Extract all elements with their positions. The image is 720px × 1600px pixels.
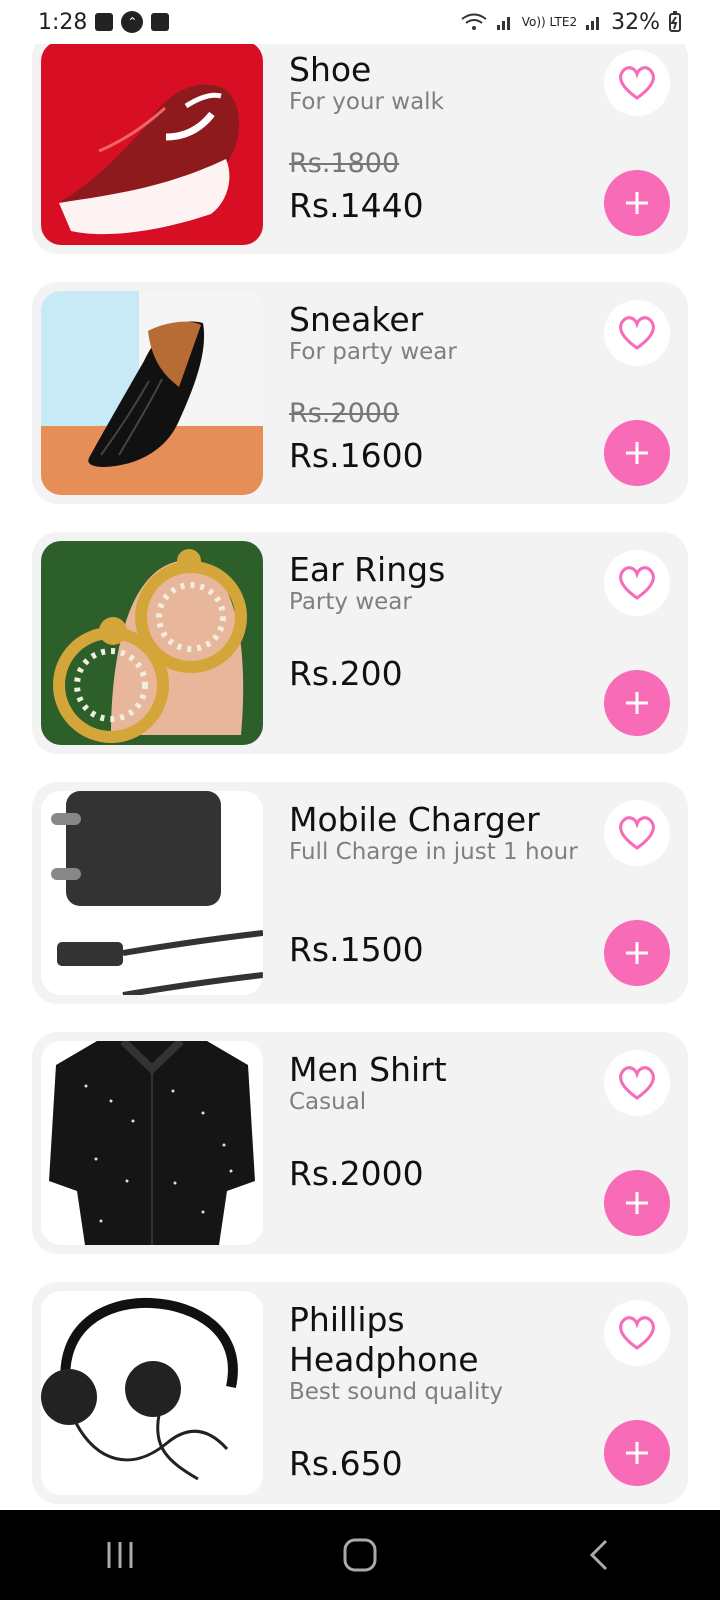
product-subtitle: Full Charge in just 1 hour	[289, 839, 578, 865]
assistant-icon: ⌃	[121, 11, 144, 33]
heart-outline-icon	[619, 1066, 655, 1100]
product-subtitle: Party wear	[289, 589, 412, 615]
recent-apps-icon	[107, 1542, 133, 1568]
add-to-cart-button[interactable]	[604, 420, 670, 486]
battery-label: 32%	[611, 9, 660, 35]
navigation-bar	[0, 1510, 720, 1600]
clock-icon	[151, 13, 170, 31]
product-card-ear-rings[interactable]: Ear Rings Party wear Rs.200	[32, 532, 688, 754]
product-price: Rs.1500	[289, 930, 424, 969]
battery-icon	[668, 11, 682, 33]
product-title: Phillips Headphone	[289, 1300, 479, 1379]
add-to-cart-button[interactable]	[604, 1170, 670, 1236]
product-image-shoe[interactable]	[41, 41, 263, 245]
product-image-phillips-headphone[interactable]	[41, 1291, 263, 1495]
product-card-men-shirt[interactable]: Men Shirt Casual Rs.2000	[32, 1032, 688, 1254]
recent-apps-button[interactable]	[75, 1520, 165, 1590]
product-subtitle: For your walk	[289, 89, 444, 115]
product-title: Shoe	[289, 50, 372, 89]
wifi-icon	[460, 12, 488, 32]
wishlist-button[interactable]	[604, 800, 670, 866]
product-price: Rs.650	[289, 1444, 403, 1483]
product-info: Phillips Headphone Best sound quality	[289, 1300, 579, 1406]
heart-outline-icon	[619, 1316, 655, 1350]
product-price: Rs.1600	[289, 436, 424, 475]
product-price: Rs.1440	[289, 186, 424, 225]
product-subtitle: Casual	[289, 1089, 367, 1115]
product-old-price: Rs.1800	[289, 148, 400, 179]
product-image-sneaker[interactable]	[41, 291, 263, 495]
product-card-mobile-charger[interactable]: Mobile Charger Full Charge in just 1 hou…	[32, 782, 688, 1004]
product-title: Men Shirt	[289, 1050, 447, 1089]
product-info: Sneaker For party wear	[289, 300, 579, 366]
product-subtitle: For party wear	[289, 339, 457, 365]
wishlist-button[interactable]	[604, 550, 670, 616]
product-card-sneaker[interactable]: Sneaker For party wear Rs.2000 Rs.1600	[32, 282, 688, 504]
product-info: Men Shirt Casual	[289, 1050, 579, 1116]
heart-outline-icon	[619, 66, 655, 100]
product-old-price: Rs.2000	[289, 398, 400, 429]
wishlist-button[interactable]	[604, 300, 670, 366]
product-info: Ear Rings Party wear	[289, 550, 579, 616]
plus-icon	[626, 692, 648, 714]
home-button[interactable]	[315, 1520, 405, 1590]
status-right: Vo)) LTE2 32%	[460, 10, 682, 35]
product-title: Mobile Charger	[289, 800, 540, 839]
add-to-cart-button[interactable]	[604, 920, 670, 986]
heart-outline-icon	[619, 566, 655, 600]
wishlist-button[interactable]	[604, 1050, 670, 1116]
plus-icon	[626, 1192, 648, 1214]
status-left: 1:28 ⌃	[38, 9, 170, 35]
gallery-icon	[95, 13, 114, 31]
product-image-men-shirt[interactable]	[41, 1041, 263, 1245]
product-list[interactable]: Shoe For your walk Rs.1800 Rs.1440 Sneak…	[0, 0, 720, 1510]
product-title: Ear Rings	[289, 550, 446, 589]
product-info: Shoe For your walk	[289, 50, 579, 116]
product-price: Rs.200	[289, 654, 403, 693]
heart-outline-icon	[619, 816, 655, 850]
add-to-cart-button[interactable]	[604, 170, 670, 236]
product-subtitle: Best sound quality	[289, 1379, 504, 1405]
signal-icon	[496, 13, 514, 31]
product-title: Sneaker	[289, 300, 424, 339]
heart-outline-icon	[619, 316, 655, 350]
add-to-cart-button[interactable]	[604, 670, 670, 736]
product-card-phillips-headphone[interactable]: Phillips Headphone Best sound quality Rs…	[32, 1282, 688, 1504]
signal-icon	[585, 13, 603, 31]
back-button[interactable]	[555, 1520, 645, 1590]
time-label: 1:28	[38, 9, 88, 35]
wishlist-button[interactable]	[604, 1300, 670, 1366]
plus-icon	[626, 442, 648, 464]
home-icon	[343, 1538, 377, 1572]
back-icon	[589, 1539, 608, 1571]
lte-label: Vo)) LTE2	[521, 15, 578, 29]
plus-icon	[626, 1442, 648, 1464]
plus-icon	[626, 942, 648, 964]
status-bar: 1:28 ⌃ Vo)) LTE2 32%	[0, 0, 720, 44]
product-price: Rs.2000	[289, 1154, 424, 1193]
product-card-shoe[interactable]: Shoe For your walk Rs.1800 Rs.1440	[32, 32, 688, 254]
product-image-mobile-charger[interactable]	[41, 791, 263, 995]
wishlist-button[interactable]	[604, 50, 670, 116]
add-to-cart-button[interactable]	[604, 1420, 670, 1486]
product-info: Mobile Charger Full Charge in just 1 hou…	[289, 800, 579, 866]
product-image-ear-rings[interactable]	[41, 541, 263, 745]
plus-icon	[626, 192, 648, 214]
